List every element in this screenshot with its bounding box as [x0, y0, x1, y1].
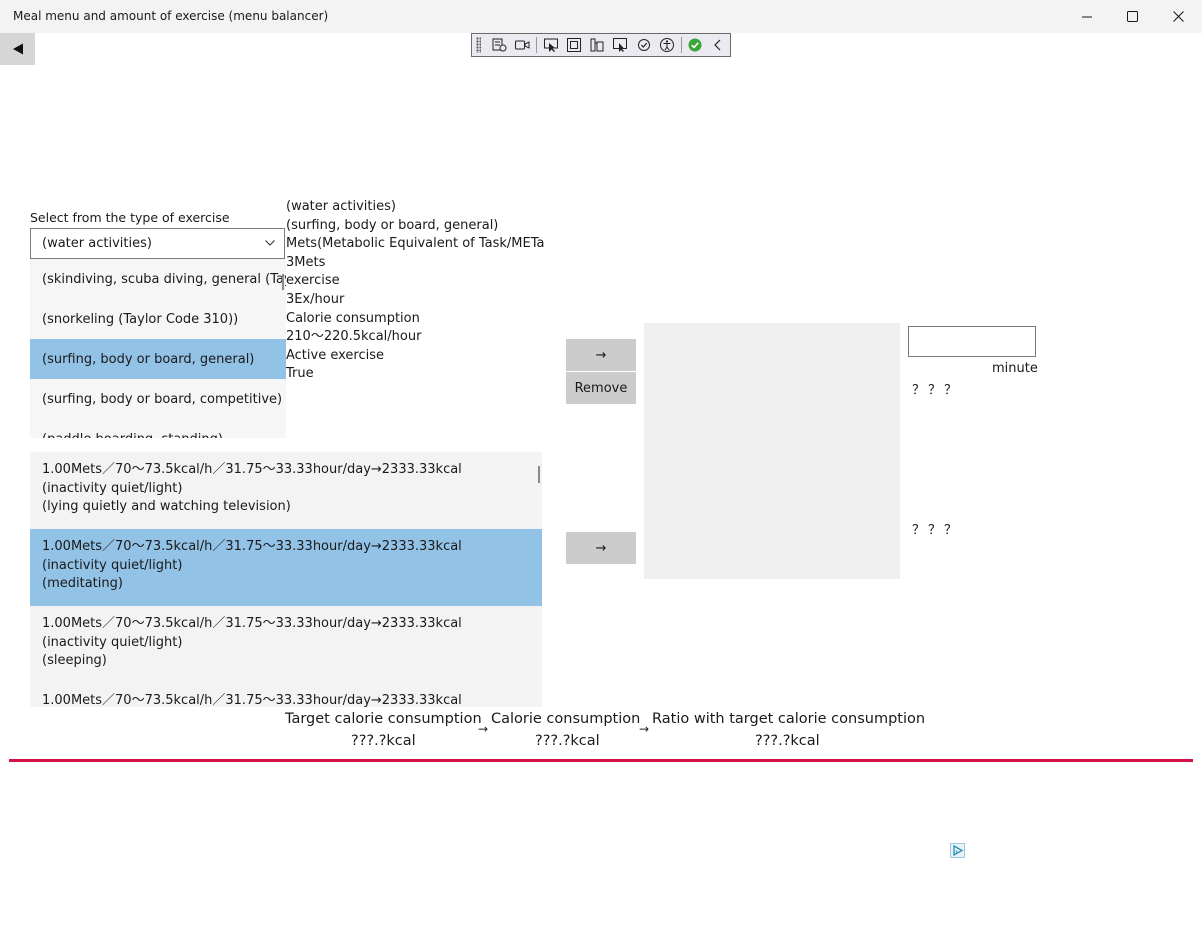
- toolbar-separator: [536, 37, 537, 53]
- detail-line: 3Mets: [286, 254, 326, 270]
- activity-category: (inactivity quiet/light): [42, 480, 183, 496]
- record-button[interactable]: [511, 34, 534, 56]
- minimize-button[interactable]: [1064, 0, 1110, 33]
- target-calorie-value: ???.?kcal: [351, 733, 416, 749]
- detail-line: Mets(Metabolic Equivalent of Task/METabo…: [286, 236, 544, 252]
- close-button[interactable]: [1155, 0, 1201, 33]
- toolbar-grip[interactable]: [476, 37, 482, 53]
- arrow-1: →: [478, 722, 489, 736]
- live-tree-button[interactable]: [487, 34, 510, 56]
- exercise-option[interactable]: (surfing, body or board, competitive): [30, 379, 286, 419]
- activity-name: (meditating): [42, 576, 123, 592]
- minute-input[interactable]: [908, 326, 1036, 357]
- hot-reload-icon: [637, 39, 650, 51]
- activity-list[interactable]: 1.00Mets／70～73.5kcal/h／31.75～33.33hour/d…: [30, 452, 542, 707]
- ratio-value: ???.?kcal: [755, 733, 820, 749]
- activity-category: (inactivity quiet/light): [42, 634, 183, 650]
- exercise-option[interactable]: (skindiving, scuba diving, general (Tayl…: [30, 259, 286, 299]
- detail-line: True: [286, 366, 314, 382]
- preview-selection-button[interactable]: [632, 34, 655, 56]
- detail-line: Active exercise: [286, 347, 384, 363]
- activity-list-scrollbar[interactable]: [538, 466, 540, 483]
- window-title: Meal menu and amount of exercise (menu b…: [13, 9, 329, 23]
- add-activity-button[interactable]: →: [566, 532, 636, 564]
- arrow-2: →: [639, 722, 650, 736]
- collapse-toolbar-button[interactable]: [707, 34, 730, 56]
- activity-summary: 1.00Mets／70～73.5kcal/h／31.75～33.33hour/d…: [42, 616, 462, 631]
- maximize-icon: [1126, 11, 1138, 22]
- detail-line: 210～220.5kcal/hour: [286, 329, 422, 345]
- dropdown-scrollbar[interactable]: [282, 274, 284, 290]
- detail-line: (surfing, body or board, general): [286, 217, 499, 233]
- maximize-button[interactable]: [1109, 0, 1155, 33]
- activity-summary: 1.00Mets／70～73.5kcal/h／31.75～33.33hour/d…: [42, 693, 462, 707]
- detail-line: 3Ex/hour: [286, 291, 345, 307]
- exercise-option[interactable]: (snorkeling (Taylor Code 310)): [30, 299, 286, 339]
- exercise-type-combobox[interactable]: (water activities): [30, 228, 285, 259]
- close-icon: [1172, 11, 1184, 22]
- back-button[interactable]: [0, 33, 35, 65]
- back-triangle-icon: [12, 43, 23, 55]
- exercise-type-selected: (water activities): [42, 236, 152, 251]
- select-element-button[interactable]: [539, 34, 562, 56]
- ad-divider: [9, 759, 1193, 762]
- activity-name: (sleeping): [42, 653, 107, 669]
- binding-failures-button[interactable]: [609, 34, 632, 56]
- activity-summary: 1.00Mets／70～73.5kcal/h／31.75～33.33hour/d…: [42, 539, 462, 554]
- calorie-consumption-value: ???.?kcal: [535, 733, 600, 749]
- exercise-type-label: Select from the type of exercise: [30, 210, 230, 225]
- debug-toolbar: [471, 33, 731, 57]
- list-item[interactable]: 1.00Mets／70～73.5kcal/h／31.75～33.33hour/d…: [30, 606, 542, 683]
- toolbar-separator: [680, 37, 682, 53]
- add-exercise-button[interactable]: →: [566, 339, 636, 371]
- unknown-value-bottom: ？？？: [912, 523, 961, 538]
- remove-button[interactable]: Remove: [566, 372, 636, 404]
- exercise-option-selected[interactable]: (surfing, body or board, general): [30, 339, 286, 379]
- list-item-selected[interactable]: 1.00Mets／70～73.5kcal/h／31.75～33.33hour/d…: [30, 529, 542, 606]
- activity-category: (inactivity quiet/light): [42, 557, 183, 573]
- minute-label: minute: [992, 361, 1038, 376]
- activity-name: (lying quietly and watching television): [42, 499, 291, 515]
- target-calorie-label: Target calorie consumption: [285, 711, 482, 727]
- display-layout-button[interactable]: [562, 34, 585, 56]
- calorie-consumption-label: Calorie consumption: [491, 711, 641, 727]
- binding-icon: [613, 38, 628, 52]
- activity-summary: 1.00Mets／70～73.5kcal/h／31.75～33.33hour/d…: [42, 462, 462, 477]
- selected-exercises-panel[interactable]: [644, 323, 900, 579]
- track-focus-icon: [590, 38, 604, 52]
- minimize-icon: [1082, 16, 1092, 17]
- ad-choices-icon[interactable]: [950, 843, 965, 858]
- hot-reload-status[interactable]: [683, 34, 706, 56]
- list-item[interactable]: 1.00Mets／70～73.5kcal/h／31.75～33.33hour/d…: [30, 683, 542, 707]
- video-camera-icon: [515, 40, 530, 50]
- chevron-down-icon: [265, 240, 275, 246]
- check-circle-icon: [688, 38, 702, 52]
- detail-line: exercise: [286, 273, 340, 289]
- title-bar: Meal menu and amount of exercise (menu b…: [0, 0, 1202, 33]
- accessibility-button[interactable]: [655, 34, 678, 56]
- list-item[interactable]: 1.00Mets／70～73.5kcal/h／31.75～33.33hour/d…: [30, 452, 542, 529]
- exercise-details: (water activities) (surfing, body or boa…: [286, 198, 544, 384]
- exercise-dropdown-list[interactable]: (skindiving, scuba diving, general (Tayl…: [30, 259, 286, 438]
- exercise-option[interactable]: (paddle boarding, standing): [30, 419, 286, 439]
- layout-adorner-icon: [566, 38, 581, 52]
- chevron-left-icon: [714, 39, 721, 51]
- live-tree-icon: [492, 38, 507, 52]
- unknown-value-top: ？？？: [912, 383, 961, 398]
- detail-line: (water activities): [286, 199, 396, 214]
- cursor-select-icon: [543, 38, 558, 52]
- ratio-label: Ratio with target calorie consumption: [652, 711, 926, 727]
- detail-line: Calorie consumption: [286, 310, 420, 326]
- accessibility-icon: [659, 38, 674, 52]
- track-focus-button[interactable]: [585, 34, 608, 56]
